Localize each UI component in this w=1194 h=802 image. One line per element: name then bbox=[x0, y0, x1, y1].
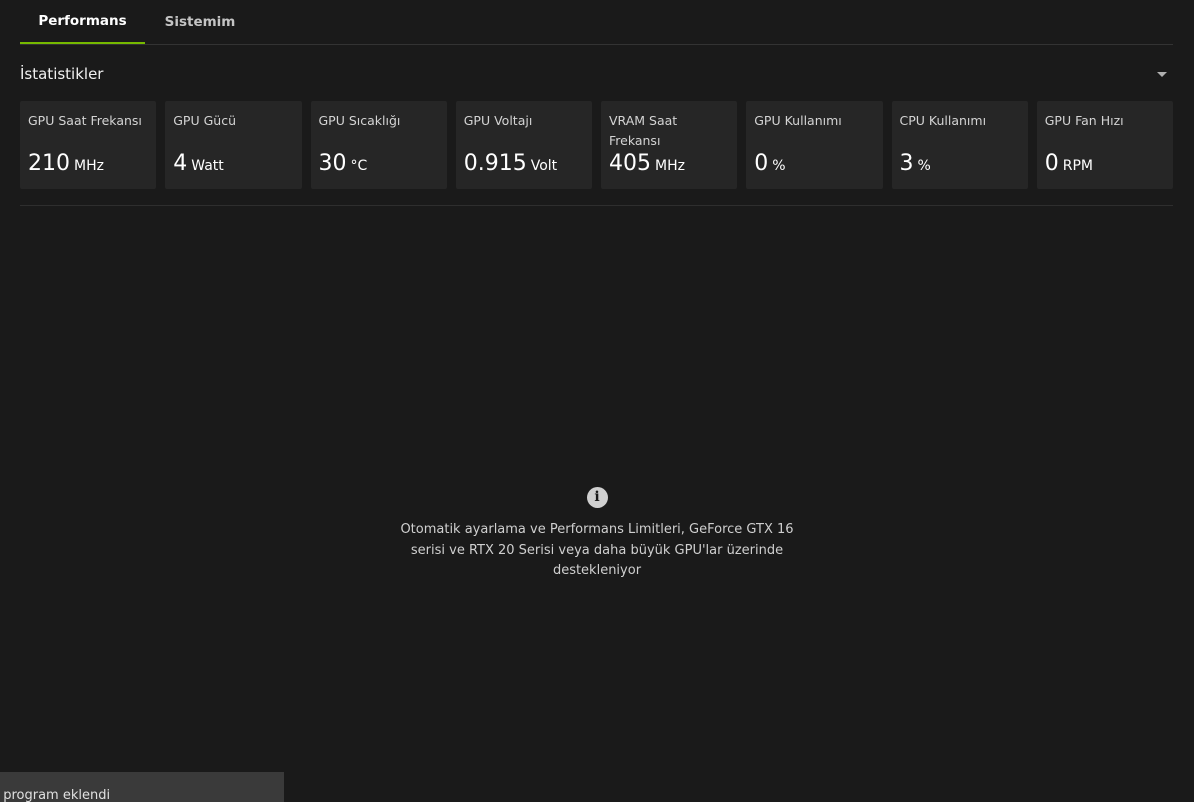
stat-number: 0 bbox=[1044, 151, 1059, 176]
toast-text: t program eklendi bbox=[0, 788, 111, 802]
info-icon: i bbox=[586, 487, 608, 508]
stat-value: 405 MHz bbox=[609, 151, 685, 176]
stat-card-gpu-temperature: GPU Sıcaklığı 30 °C bbox=[310, 101, 447, 189]
stat-label: GPU Gücü bbox=[173, 113, 237, 128]
stat-number: 4 bbox=[173, 151, 188, 176]
stat-unit: °C bbox=[350, 158, 368, 174]
stat-card-gpu-voltage: GPU Voltajı 0.915 Volt bbox=[455, 101, 592, 189]
stat-value: 30 °C bbox=[319, 151, 368, 176]
statistics-header[interactable]: İstatistikler bbox=[20, 58, 1173, 90]
stat-value: 0 RPM bbox=[1045, 151, 1093, 176]
stat-unit: RPM bbox=[1062, 158, 1093, 174]
section-divider bbox=[20, 205, 1173, 206]
tab-bar: Performans Sistemim bbox=[20, 0, 1173, 45]
stat-value: 0% bbox=[754, 151, 785, 176]
stats-cards: GPU Saat Frekansı 210 MHz GPU Gücü 4 Watt … bbox=[20, 101, 1173, 189]
tab-sistemim-label: Sistemim bbox=[164, 14, 236, 30]
stat-number: 30 bbox=[318, 151, 347, 176]
notice-text: Otomatik ayarlama ve Performans Limitler… bbox=[400, 522, 794, 578]
stat-value: 3% bbox=[900, 151, 931, 176]
stat-value: 210 MHz bbox=[28, 151, 104, 176]
stat-value: 4 Watt bbox=[173, 151, 224, 176]
unsupported-notice: i Otomatik ayarlama ve Performans Limitl… bbox=[397, 487, 797, 582]
performance-page: Performans Sistemim İstatistikler GPU Sa… bbox=[0, 0, 1194, 802]
stat-card-gpu-clock: GPU Saat Frekansı 210 MHz bbox=[20, 101, 157, 189]
stat-label: GPU Voltajı bbox=[463, 113, 533, 128]
toast-notification[interactable]: t program eklendi bbox=[0, 772, 284, 802]
stat-unit: Volt bbox=[530, 158, 558, 174]
tab-performans-label: Performans bbox=[38, 13, 127, 29]
tab-performans[interactable]: Performans bbox=[20, 0, 145, 44]
tab-sistemim[interactable]: Sistemim bbox=[145, 0, 255, 44]
stat-label: VRAM Saat Frekansı bbox=[609, 113, 678, 148]
stat-card-vram-clock: VRAM Saat Frekansı 405 MHz bbox=[601, 101, 738, 189]
stat-card-gpu-fan-speed: GPU Fan Hızı 0 RPM bbox=[1036, 101, 1173, 189]
stat-label: GPU Kullanımı bbox=[754, 113, 842, 128]
stat-label: GPU Fan Hızı bbox=[1044, 113, 1124, 128]
stat-unit: MHz bbox=[655, 158, 685, 174]
stat-number: 405 bbox=[609, 151, 651, 176]
stat-label: GPU Saat Frekansı bbox=[28, 113, 142, 128]
stat-label: GPU Sıcaklığı bbox=[318, 113, 401, 128]
stat-card-cpu-usage: CPU Kullanımı 3% bbox=[891, 101, 1028, 189]
stat-label: CPU Kullanımı bbox=[899, 113, 987, 128]
stat-number: 3 bbox=[899, 151, 914, 176]
stat-number: 0.915 bbox=[463, 151, 527, 176]
stat-unit: MHz bbox=[74, 158, 104, 174]
stat-value: 0.915 Volt bbox=[464, 151, 557, 176]
stat-card-gpu-usage: GPU Kullanımı 0% bbox=[746, 101, 883, 189]
stat-unit: % bbox=[772, 158, 786, 174]
stat-card-gpu-power: GPU Gücü 4 Watt bbox=[165, 101, 302, 189]
stat-number: 0 bbox=[754, 151, 769, 176]
caret-down-icon[interactable] bbox=[1157, 71, 1167, 77]
stat-unit: Watt bbox=[191, 158, 224, 174]
section-title: İstatistikler bbox=[20, 65, 104, 83]
stat-unit: % bbox=[917, 158, 931, 174]
stat-number: 210 bbox=[28, 151, 70, 176]
